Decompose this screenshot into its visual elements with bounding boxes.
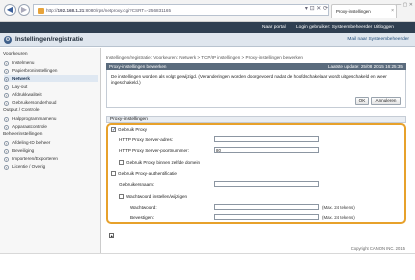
sidebar-item-user-maintenance[interactable]: › Gebruikersonderhoud [4, 99, 98, 106]
sidebar-item-license[interactable]: › Licentie / Overig [4, 163, 98, 170]
sidebar-item-label: Licentie / Overig [12, 164, 46, 169]
sidebar-section-output: Output / Controle [3, 108, 40, 113]
settings-gear-icon: ⚙ [4, 36, 12, 44]
page-top-icon[interactable]: ▲ [109, 233, 114, 238]
sidebar-item-paper-source[interactable]: › Papierbroninstellingen [4, 67, 98, 74]
bullet-icon: › [4, 125, 9, 130]
bullet-icon: › [4, 117, 9, 122]
url-host: 192.168.1.21 [57, 8, 85, 13]
sidebar-item-label: Beveiliging [12, 148, 35, 153]
window-controls-icons[interactable]: — ▢ ✕ [396, 2, 413, 8]
confirmation-panel: De instellingen worden als volgt gewijzi… [106, 70, 406, 108]
server-address-input[interactable] [214, 136, 319, 142]
sidebar-item-label: Netwerk [12, 76, 30, 81]
sidebar-item-label: Afdeling-ID beheer [12, 140, 51, 145]
browser-toolbar: ◀ ▶ http://192.168.1.21:8080/rps/netprox… [0, 0, 415, 22]
tab-title: Proxy-instellingen [336, 9, 371, 14]
server-address-label: HTTP Proxy Server-adres: [119, 137, 174, 142]
proxy-auth-label: Gebruik Proxy-authentificatie [118, 171, 177, 176]
sidebar-item-instelmenu[interactable]: › Instelmenu [4, 59, 98, 66]
mail-admin-link[interactable]: Mail naar Systeembeheerder [347, 33, 409, 47]
sidebar-item-layout[interactable]: › Lay-out [4, 83, 98, 90]
sidebar-item-label: Papierbroninstellingen [12, 68, 58, 73]
use-proxy-checkbox[interactable]: ✓ [111, 127, 116, 133]
confirm-hint: (Max. 24 tekens) [322, 215, 355, 220]
port-label: HTTP Proxy Server-poortnummer: [119, 148, 189, 153]
bullet-icon: › [4, 77, 9, 82]
same-domain-checkbox[interactable] [119, 160, 124, 165]
panel-title: Proxy-instellingen bewerken [109, 64, 167, 69]
portal-link[interactable]: Naar portal [262, 22, 286, 33]
url-prefix: http:// [46, 8, 58, 13]
sidebar-item-department-id[interactable]: › Afdeling-ID beheer [4, 139, 98, 146]
copyright: Copyright CANON INC. 2015 [350, 246, 405, 251]
page-title-bar: ⚙ Instellingen/registratie Mail naar Sys… [0, 33, 415, 47]
forward-button[interactable]: ▶ [18, 4, 30, 16]
sidebar-item-label: Apparaatcontrole [12, 124, 47, 129]
sidebar-item-label: Instelmenu [12, 60, 35, 65]
sidebar-item-network[interactable]: › Netwerk [4, 75, 98, 82]
proxy-section-header: Proxy-instellingen [106, 116, 406, 123]
bullet-icon: › [4, 149, 9, 154]
sidebar-item-utility-menu[interactable]: › Halpprogrammamenu [4, 115, 98, 122]
sidebar-item-print-quality[interactable]: › Afdrukkwaliteit [4, 91, 98, 98]
tab-close-icon[interactable]: × [391, 5, 394, 18]
back-arrow-icon: ◀ [6, 5, 14, 14]
sidebar-item-label: Afdrukkwaliteit [12, 92, 42, 97]
same-domain-label: Gebruik Proxy binnen zelfde domein [126, 160, 201, 165]
bullet-icon: › [4, 165, 9, 170]
info-message: De instellingen worden als volgt gewijzi… [111, 74, 387, 85]
address-tools-icons[interactable]: ▾ ⊡ ✕ ⟳ [268, 4, 328, 16]
page-favicon-icon [38, 7, 44, 14]
browser-tab[interactable]: Proxy-instellingen × [331, 4, 397, 18]
bullet-icon: › [4, 85, 9, 90]
bullet-icon: › [4, 157, 9, 162]
proxy-auth-checkbox[interactable] [111, 171, 116, 176]
sidebar-item-label: Lay-out [12, 84, 28, 89]
ok-button[interactable]: OK [355, 97, 369, 105]
breadcrumb: Instellingen/registratie: Voorkeuren: Ne… [106, 55, 303, 60]
sidebar-section-preferences: Voorkeuren [3, 52, 28, 57]
set-password-checkbox[interactable] [119, 194, 124, 199]
url-path: :8080/rps/netproxy.cgi?CSRT=-256831165 [84, 8, 172, 13]
set-password-label: Wachtwoord instellen/wijzigen [126, 194, 188, 199]
last-updated: Laatste update: 25/08 2015 16:25:35 [327, 64, 403, 69]
user-logout-link[interactable]: Login gebruiker: Systeembeheerder Uitlog… [296, 22, 394, 33]
back-button[interactable]: ◀ [4, 4, 16, 16]
panel-header: Proxy-instellingen bewerken Laatste upda… [106, 63, 406, 70]
sidebar-item-import-export[interactable]: › Importeren/Exporteren [4, 155, 98, 162]
footer-divider [0, 253, 415, 254]
forward-arrow-icon: ▶ [20, 5, 28, 14]
use-proxy-label: Gebruik Proxy [118, 127, 148, 132]
sidebar-item-label: Gebruikersonderhoud [12, 100, 57, 105]
cancel-button[interactable]: Annuleren [371, 97, 401, 105]
password-input[interactable] [214, 204, 319, 210]
username-input[interactable] [214, 181, 319, 187]
bullet-icon: › [4, 101, 9, 106]
sidebar-item-label: Importeren/Exporteren [12, 156, 58, 161]
confirm-password-input[interactable] [214, 214, 319, 220]
sidebar-item-label: Halpprogrammamenu [12, 116, 57, 121]
bullet-icon: › [4, 93, 9, 98]
password-label: Wachtwoord: [130, 205, 157, 210]
password-hint: (Max. 24 tekens) [322, 205, 355, 210]
sidebar: Voorkeuren › Instelmenu › Papierbroninstel… [0, 48, 101, 253]
sidebar-section-management: Beheerinstellingen [3, 132, 43, 137]
sidebar-item-security[interactable]: › Beveiliging [4, 147, 98, 154]
confirm-label: Bevestigen: [130, 215, 155, 220]
port-input[interactable]: 80 [214, 147, 319, 153]
top-header-bar: Naar portal Login gebruiker: Systeembehe… [0, 22, 415, 33]
bullet-icon: › [4, 61, 9, 66]
sidebar-item-device-control[interactable]: › Apparaatcontrole [4, 123, 98, 130]
bullet-icon: › [4, 141, 9, 146]
username-label: Gebruikersnaam: [119, 182, 155, 187]
bullet-icon: › [4, 69, 9, 74]
page-title: Instellingen/registratie [15, 36, 84, 43]
